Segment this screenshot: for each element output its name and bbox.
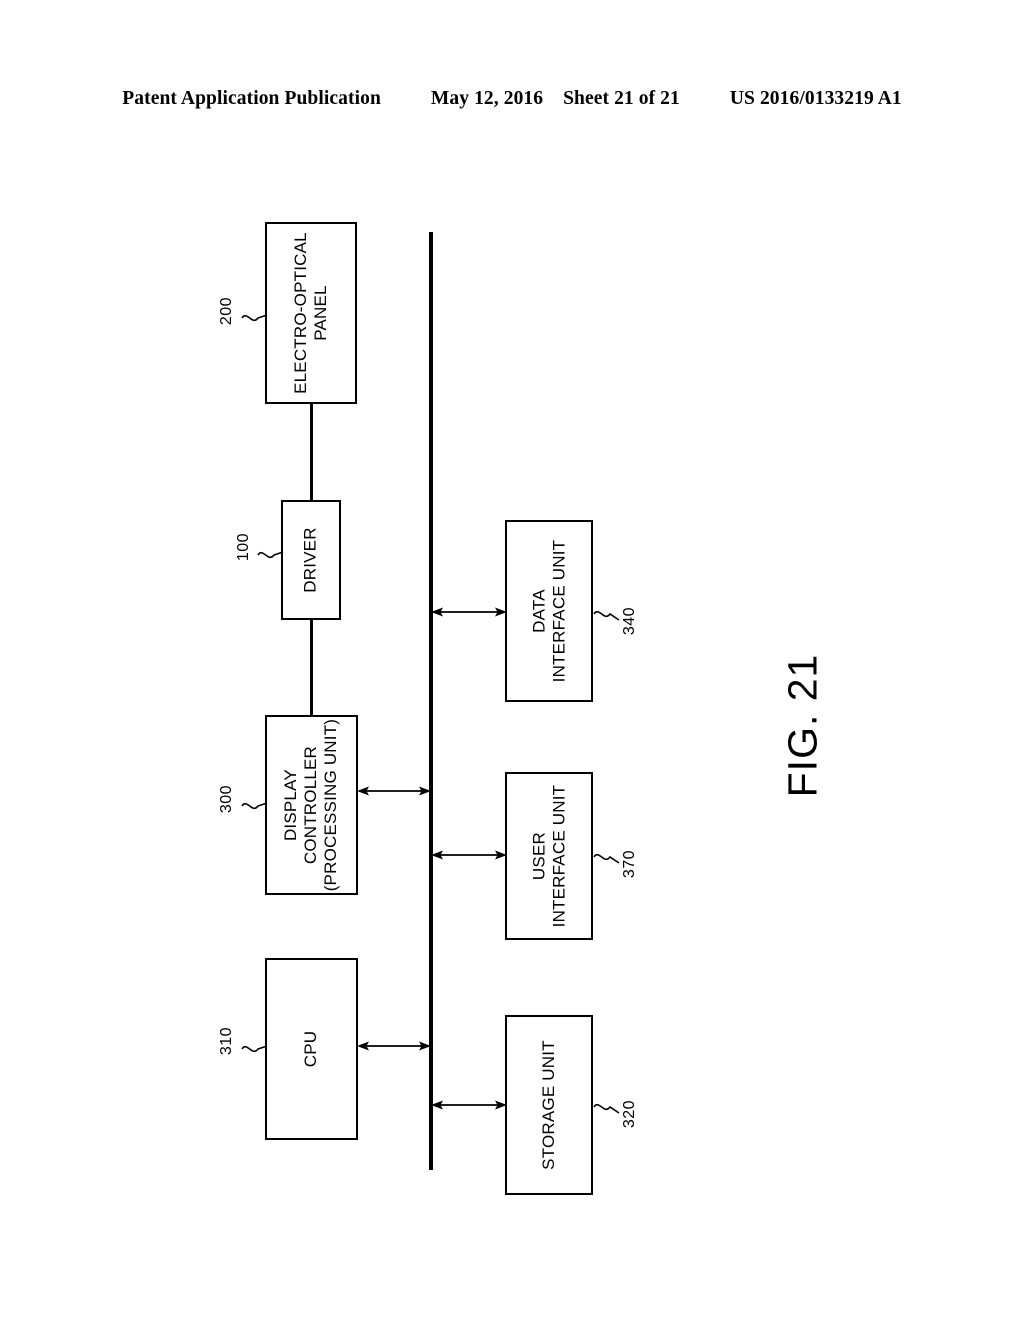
block-data-interface-unit: DATA INTERFACE UNIT [505,520,593,702]
block-data-interface-unit-label: DATA INTERFACE UNIT [528,539,568,683]
refnum-100: 100 [235,532,252,562]
block-cpu-label: CPU [301,1030,321,1068]
block-driver-label: DRIVER [300,527,320,593]
leader-line-100 [257,551,284,559]
block-display-controller-label: DISPLAY CONTROLLER (PROCESSING UNIT) [281,718,341,892]
leader-line-300 [241,802,268,810]
refnum-310: 310 [218,1026,235,1056]
arrow-controller-bus [357,786,431,796]
block-storage-unit: STORAGE UNIT [505,1015,593,1195]
block-cpu: CPU [265,958,358,1140]
block-electro-optical-panel: ELECTRO-OPTICAL PANEL [265,222,357,404]
connector-driver-controller [310,620,313,717]
patent-page: Patent Application Publication May 12, 2… [0,0,1024,1320]
block-display-controller: DISPLAY CONTROLLER (PROCESSING UNIT) [265,715,358,895]
block-driver: DRIVER [281,500,341,620]
refnum-370: 370 [621,849,638,879]
system-bus-line [429,232,433,1170]
arrow-bus-user-interface [431,850,507,860]
figure-caption: FIG. 21 [779,653,826,798]
block-user-interface-unit-label: USER INTERFACE UNIT [528,784,568,928]
leader-line-200 [241,314,268,322]
leader-line-320 [593,1103,620,1114]
leader-line-310 [241,1045,268,1053]
block-storage-unit-label: STORAGE UNIT [538,1040,558,1170]
refnum-340: 340 [621,606,638,636]
leader-line-370 [593,853,620,864]
refnum-320: 320 [621,1099,638,1129]
arrow-cpu-bus [357,1041,431,1051]
arrow-bus-storage [431,1100,507,1110]
figure-drawing: ELECTRO-OPTICAL PANEL 200 DRIVER 100 DIS… [0,0,1024,1320]
arrow-bus-data-interface [431,607,507,617]
leader-line-340 [593,610,620,621]
refnum-300: 300 [218,784,235,814]
refnum-200: 200 [218,296,235,326]
connector-panel-driver [310,404,313,502]
block-electro-optical-panel-label: ELECTRO-OPTICAL PANEL [290,232,331,394]
block-user-interface-unit: USER INTERFACE UNIT [505,772,593,940]
